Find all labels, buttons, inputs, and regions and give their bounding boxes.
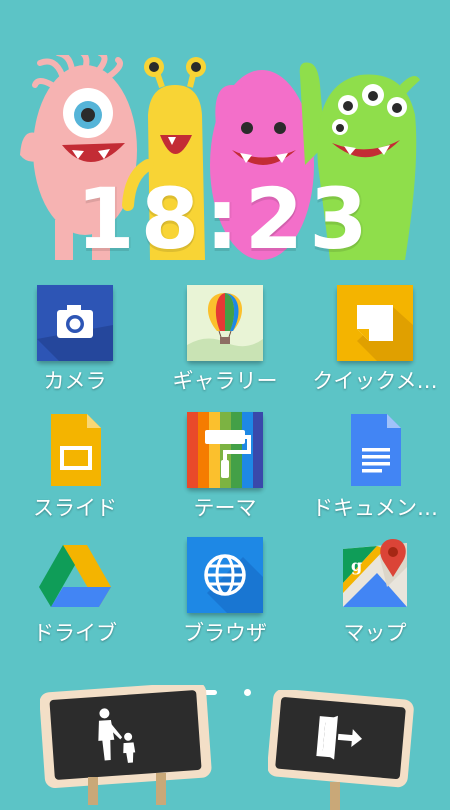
app-browser[interactable]: ブラウザ — [150, 537, 300, 657]
app-gallery[interactable]: ギャラリー — [150, 285, 300, 405]
parent-mode-sign-button[interactable] — [40, 685, 215, 805]
exit-sign-button[interactable] — [268, 690, 443, 810]
app-maps-label: マップ — [343, 621, 407, 645]
app-theme[interactable]: テーマ — [150, 412, 300, 532]
camera-icon — [37, 285, 113, 361]
app-quick-memo[interactable]: クイックメ… — [300, 285, 450, 405]
theme-roller-icon — [187, 412, 263, 488]
quick-memo-icon — [337, 285, 413, 361]
page-indicator-dot[interactable] — [244, 689, 251, 696]
app-camera-label: カメラ — [43, 369, 107, 393]
app-slides[interactable]: スライド — [0, 412, 150, 532]
slides-icon — [37, 412, 113, 488]
app-quick-memo-label: クイックメ… — [312, 369, 438, 393]
app-slides-label: スライド — [33, 496, 117, 520]
app-theme-label: テーマ — [193, 496, 257, 520]
svg-text:g: g — [351, 556, 362, 575]
app-browser-label: ブラウザ — [183, 621, 267, 645]
browser-globe-icon — [187, 537, 263, 613]
app-docs[interactable]: ドキュメン… — [300, 412, 450, 532]
maps-icon: g — [337, 537, 413, 613]
app-maps[interactable]: g マップ — [300, 537, 450, 657]
app-camera[interactable]: カメラ — [0, 285, 150, 405]
docs-icon — [337, 412, 413, 488]
app-gallery-label: ギャラリー — [172, 369, 278, 393]
drive-icon — [37, 537, 113, 613]
app-docs-label: ドキュメン… — [312, 496, 438, 520]
gallery-balloon-icon — [187, 285, 263, 361]
app-drive-label: ドライブ — [33, 621, 117, 645]
app-drive[interactable]: ドライブ — [0, 537, 150, 657]
home-clock: 18:23 — [76, 170, 374, 268]
